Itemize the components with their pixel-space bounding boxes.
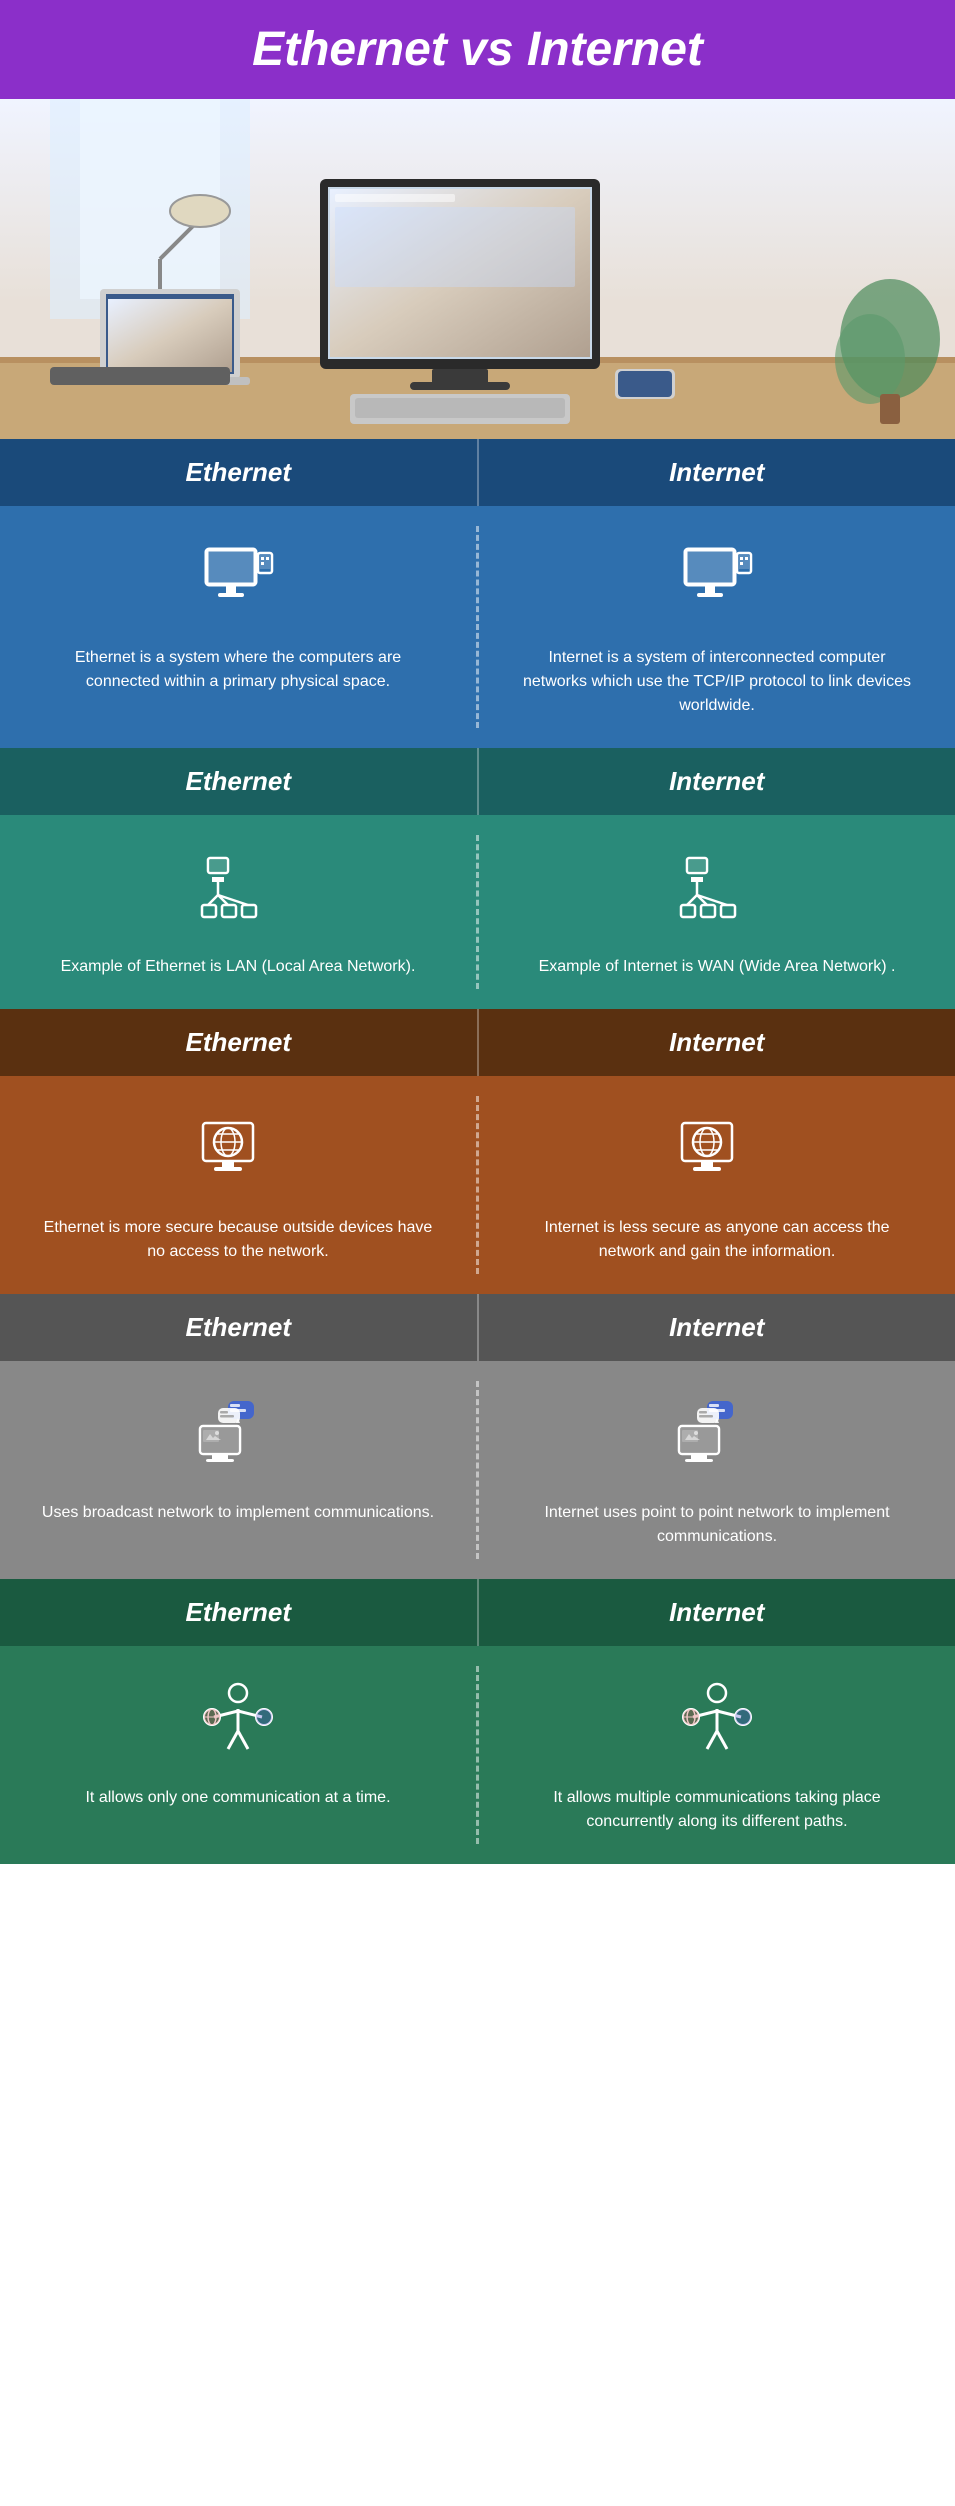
section-content-definition: Ethernet is a system where the computers… [0, 506, 955, 748]
header-left-label-example: Ethernet [10, 766, 467, 797]
content-left-definition: Ethernet is a system where the computers… [0, 506, 476, 748]
content-left-paths: It allows only one communication at a ti… [0, 1646, 476, 1864]
icon-left-paths [188, 1676, 288, 1766]
title-bar: Ethernet vs Internet [0, 0, 955, 99]
header-right-paths: Internet [479, 1579, 955, 1646]
header-left-definition: Ethernet [0, 439, 477, 506]
text-left-example: Example of Ethernet is LAN (Local Area N… [61, 955, 416, 979]
text-right-definition: Internet is a system of interconnected c… [519, 646, 915, 718]
header-left-label-paths: Ethernet [10, 1597, 467, 1628]
text-left-communication: Uses broadcast network to implement comm… [42, 1501, 434, 1525]
content-right-definition: Internet is a system of interconnected c… [479, 506, 955, 748]
section-paths: Ethernet Internet [0, 1579, 955, 1864]
header-right-label-definition: Internet [489, 457, 946, 488]
content-right-security: Internet is less secure as anyone can ac… [479, 1076, 955, 1294]
section-content-example: Example of Ethernet is LAN (Local Area N… [0, 815, 955, 1009]
text-right-example: Example of Internet is WAN (Wide Area Ne… [539, 955, 896, 979]
text-left-paths: It allows only one communication at a ti… [85, 1786, 390, 1810]
section-example: Ethernet Internet Example of Ethern [0, 748, 955, 1009]
section-definition: Ethernet Internet Ethernet is a sys [0, 439, 955, 748]
content-left-example: Example of Ethernet is LAN (Local Area N… [0, 815, 476, 1009]
section-header-example: Ethernet Internet [0, 748, 955, 815]
header-right-security: Internet [479, 1009, 955, 1076]
content-right-paths: It allows multiple communications taking… [479, 1646, 955, 1864]
text-right-paths: It allows multiple communications taking… [519, 1786, 915, 1834]
text-left-definition: Ethernet is a system where the computers… [40, 646, 436, 694]
header-left-paths: Ethernet [0, 1579, 477, 1646]
section-header-communication: Ethernet Internet [0, 1294, 955, 1361]
content-left-security: Ethernet is more secure because outside … [0, 1076, 476, 1294]
section-header-paths: Ethernet Internet [0, 1579, 955, 1646]
sections-container: Ethernet Internet Ethernet is a sys [0, 439, 955, 1864]
header-left-example: Ethernet [0, 748, 477, 815]
section-content-communication: Uses broadcast network to implement comm… [0, 1361, 955, 1579]
header-right-label-communication: Internet [489, 1312, 946, 1343]
icon-left-security [188, 1106, 288, 1196]
text-right-security: Internet is less secure as anyone can ac… [519, 1216, 915, 1264]
hero-image [0, 99, 955, 439]
section-communication: Ethernet Internet [0, 1294, 955, 1579]
text-right-communication: Internet uses point to point network to … [519, 1501, 915, 1549]
header-right-definition: Internet [479, 439, 955, 506]
icon-right-example [667, 845, 767, 935]
icon-left-example [188, 845, 288, 935]
content-right-communication: Internet uses point to point network to … [479, 1361, 955, 1579]
section-content-security: Ethernet is more secure because outside … [0, 1076, 955, 1294]
header-left-security: Ethernet [0, 1009, 477, 1076]
icon-left-definition [188, 536, 288, 626]
icon-left-communication [188, 1391, 288, 1481]
content-left-communication: Uses broadcast network to implement comm… [0, 1361, 476, 1579]
icon-right-definition [667, 536, 767, 626]
icon-right-security [667, 1106, 767, 1196]
icon-right-communication [667, 1391, 767, 1481]
header-right-example: Internet [479, 748, 955, 815]
icon-right-paths [667, 1676, 767, 1766]
section-content-paths: It allows only one communication at a ti… [0, 1646, 955, 1864]
header-right-communication: Internet [479, 1294, 955, 1361]
header-right-label-security: Internet [489, 1027, 946, 1058]
header-left-label-security: Ethernet [10, 1027, 467, 1058]
content-right-example: Example of Internet is WAN (Wide Area Ne… [479, 815, 955, 1009]
header-left-label-definition: Ethernet [10, 457, 467, 488]
text-left-security: Ethernet is more secure because outside … [40, 1216, 436, 1264]
page-title: Ethernet vs Internet [10, 22, 945, 77]
section-header-security: Ethernet Internet [0, 1009, 955, 1076]
section-security: Ethernet Internet Ethernet is more secur… [0, 1009, 955, 1294]
header-right-label-paths: Internet [489, 1597, 946, 1628]
header-right-label-example: Internet [489, 766, 946, 797]
header-left-label-communication: Ethernet [10, 1312, 467, 1343]
section-header-definition: Ethernet Internet [0, 439, 955, 506]
header-left-communication: Ethernet [0, 1294, 477, 1361]
